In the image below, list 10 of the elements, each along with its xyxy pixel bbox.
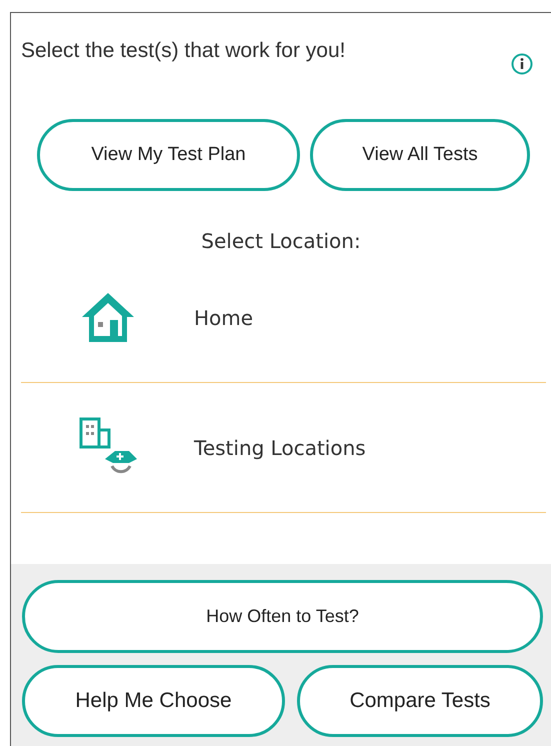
nav-button[interactable]: View All Tests: [310, 119, 530, 191]
page-heading: Select the test(s) that work for you!: [21, 39, 346, 63]
nav-button[interactable]: View My Test Plan: [37, 119, 300, 191]
section-label: Select Location:: [200, 229, 362, 253]
wide-button[interactable]: How Often to Test?: [22, 580, 543, 653]
footer-button[interactable]: Help Me Choose: [22, 665, 285, 737]
info-icon[interactable]: [511, 53, 533, 75]
location-option[interactable]: Testing Locations: [194, 436, 366, 460]
footer-button[interactable]: Compare Tests: [296, 665, 543, 737]
location-option[interactable]: Home: [194, 306, 254, 330]
